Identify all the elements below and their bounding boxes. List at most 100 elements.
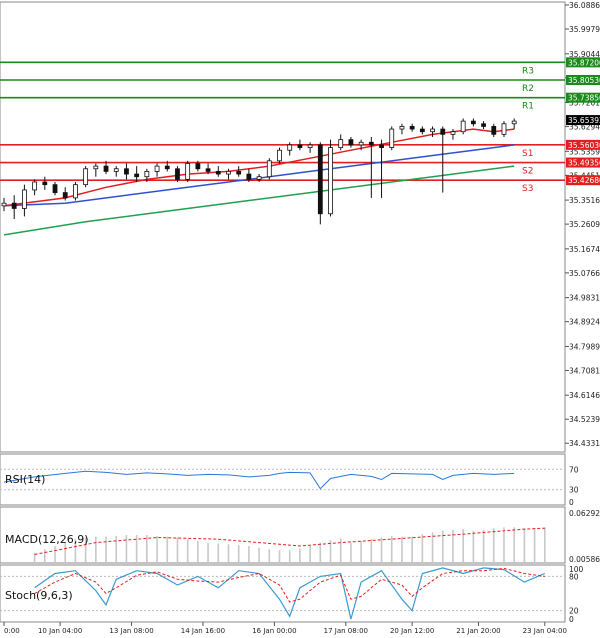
candle-body: [124, 168, 129, 175]
x-tick-label: 21 Jan 20:00: [456, 627, 500, 635]
level-price-value: 35.42680: [568, 176, 600, 185]
candle-body: [266, 160, 272, 178]
main-price-panel[interactable]: 36.0886535.9979035.9044035.8136535.72015…: [0, 1, 600, 453]
candle-body: [440, 128, 446, 135]
x-tick-label: 10 Jan 04:00: [38, 627, 82, 635]
candle-body: [511, 120, 517, 125]
level-label-r2: R2: [522, 84, 534, 94]
macd-tick-label: 0.062928: [569, 509, 600, 518]
y-tick-label: 35.99790: [569, 25, 600, 34]
level-label-s3: S3: [522, 184, 533, 194]
candle-body: [481, 123, 486, 127]
candle-body: [205, 168, 211, 172]
candle-body: [379, 144, 384, 148]
candle-body: [113, 168, 119, 172]
level-label-s1: S1: [522, 149, 533, 159]
x-tick-label: 17 Jan 08:00: [324, 627, 368, 635]
candle-body: [236, 171, 242, 175]
candle-body: [62, 192, 68, 199]
candle-body: [409, 126, 415, 130]
level-price-value: 35.56030: [568, 141, 600, 150]
candle-body: [389, 128, 395, 148]
candle-body: [144, 171, 150, 178]
candle-body: [470, 120, 476, 125]
candle-body: [1, 202, 7, 207]
candle-body: [419, 128, 425, 133]
y-tick-label: 35.16740: [569, 245, 600, 254]
candle-body: [358, 141, 364, 146]
rsi-tick-label: 0: [569, 498, 574, 507]
candle-body: [501, 123, 507, 135]
stoch-tick-label: 0: [569, 615, 574, 624]
candle-body: [22, 189, 27, 209]
level-label-r1: R1: [522, 102, 534, 112]
candle-body: [134, 173, 140, 178]
candle-body: [460, 120, 466, 133]
x-tick-label: 23 Jan 04:00: [523, 627, 567, 635]
y-tick-label: 34.52390: [569, 415, 600, 424]
current-price-value: 35.65392: [568, 116, 600, 125]
candle-body: [277, 149, 282, 162]
level-price-value: 35.80530: [568, 76, 600, 85]
y-tick-label: 34.89240: [569, 318, 600, 327]
level-price-value: 35.87200: [568, 58, 600, 67]
candle-body: [52, 184, 58, 193]
main-plot-frame: [0, 1, 566, 453]
candle-body: [348, 139, 354, 146]
forex-chart[interactable]: 36.0886535.9979035.9044035.8136535.72015…: [0, 0, 600, 638]
candle-body: [246, 173, 252, 180]
level-label-s2: S2: [522, 167, 533, 177]
macd-label: MACD(12,26,9): [5, 533, 89, 546]
candle-body: [175, 168, 180, 180]
rsi-panel[interactable]: 70 30 0 RSI(14): [0, 453, 579, 507]
candle-body: [399, 126, 405, 130]
macd-panel[interactable]: 0.062928 0.005862 MACD(12,26,9): [0, 506, 600, 564]
x-tick-label: 13 Jan 08:00: [109, 627, 153, 635]
y-tick-label: 35.26090: [569, 220, 600, 229]
candle-body: [42, 181, 48, 186]
candle-body: [215, 171, 221, 175]
x-tick-label: 16 Jan 00:00: [252, 627, 296, 635]
candle-body: [164, 165, 170, 170]
y-tick-label: 34.70815: [569, 366, 600, 375]
candle-body: [297, 144, 303, 148]
candle-body: [491, 126, 497, 135]
rsi-label: RSI(14): [5, 473, 45, 486]
candle-body: [154, 165, 160, 172]
candle-body: [317, 144, 323, 215]
stoch-tick-label: 80: [569, 572, 579, 581]
candle-body: [73, 184, 78, 199]
stoch-label: Stoch(9,6,3): [5, 589, 73, 602]
macd-tick-label: 0.005862: [569, 555, 600, 564]
stoch-frame: [0, 564, 566, 623]
y-tick-label: 34.79890: [569, 342, 600, 351]
candle-body: [328, 147, 333, 215]
time-axis: 0:00 10 Jan 04:00 13 Jan 08:00 14 Jan 16:00…: [3, 622, 567, 635]
stochastic-panel[interactable]: 10080200Stoch(9,6,3): [0, 564, 584, 624]
y-tick-label: 36.08865: [569, 1, 600, 10]
candle-body: [103, 165, 109, 172]
level-label-r3: R3: [522, 66, 534, 76]
y-tick-label: 35.07665: [569, 269, 600, 278]
x-tick-label: 20 Jan 12:00: [390, 627, 434, 635]
x-tick-label: 0:00: [4, 627, 20, 635]
candle-body: [93, 165, 99, 170]
y-tick-label: 34.61465: [569, 391, 600, 400]
y-tick-label: 34.43315: [569, 439, 600, 448]
candle-body: [185, 163, 191, 180]
candle-body: [368, 141, 374, 146]
y-tick-label: 35.35165: [569, 196, 600, 205]
candle-body: [256, 176, 262, 180]
candle-body: [307, 144, 313, 148]
candle-body: [83, 168, 89, 186]
candle-body: [195, 163, 201, 170]
rsi-frame: [0, 453, 566, 506]
candle-body: [450, 131, 456, 135]
x-tick-label: 14 Jan 16:00: [181, 627, 225, 635]
level-price-value: 35.73850: [568, 94, 600, 103]
candle-body: [226, 171, 231, 175]
candle-body: [338, 139, 344, 148]
candle-body: [430, 128, 435, 133]
y-tick-label: 34.98315: [569, 294, 600, 303]
candle-body: [11, 202, 17, 209]
